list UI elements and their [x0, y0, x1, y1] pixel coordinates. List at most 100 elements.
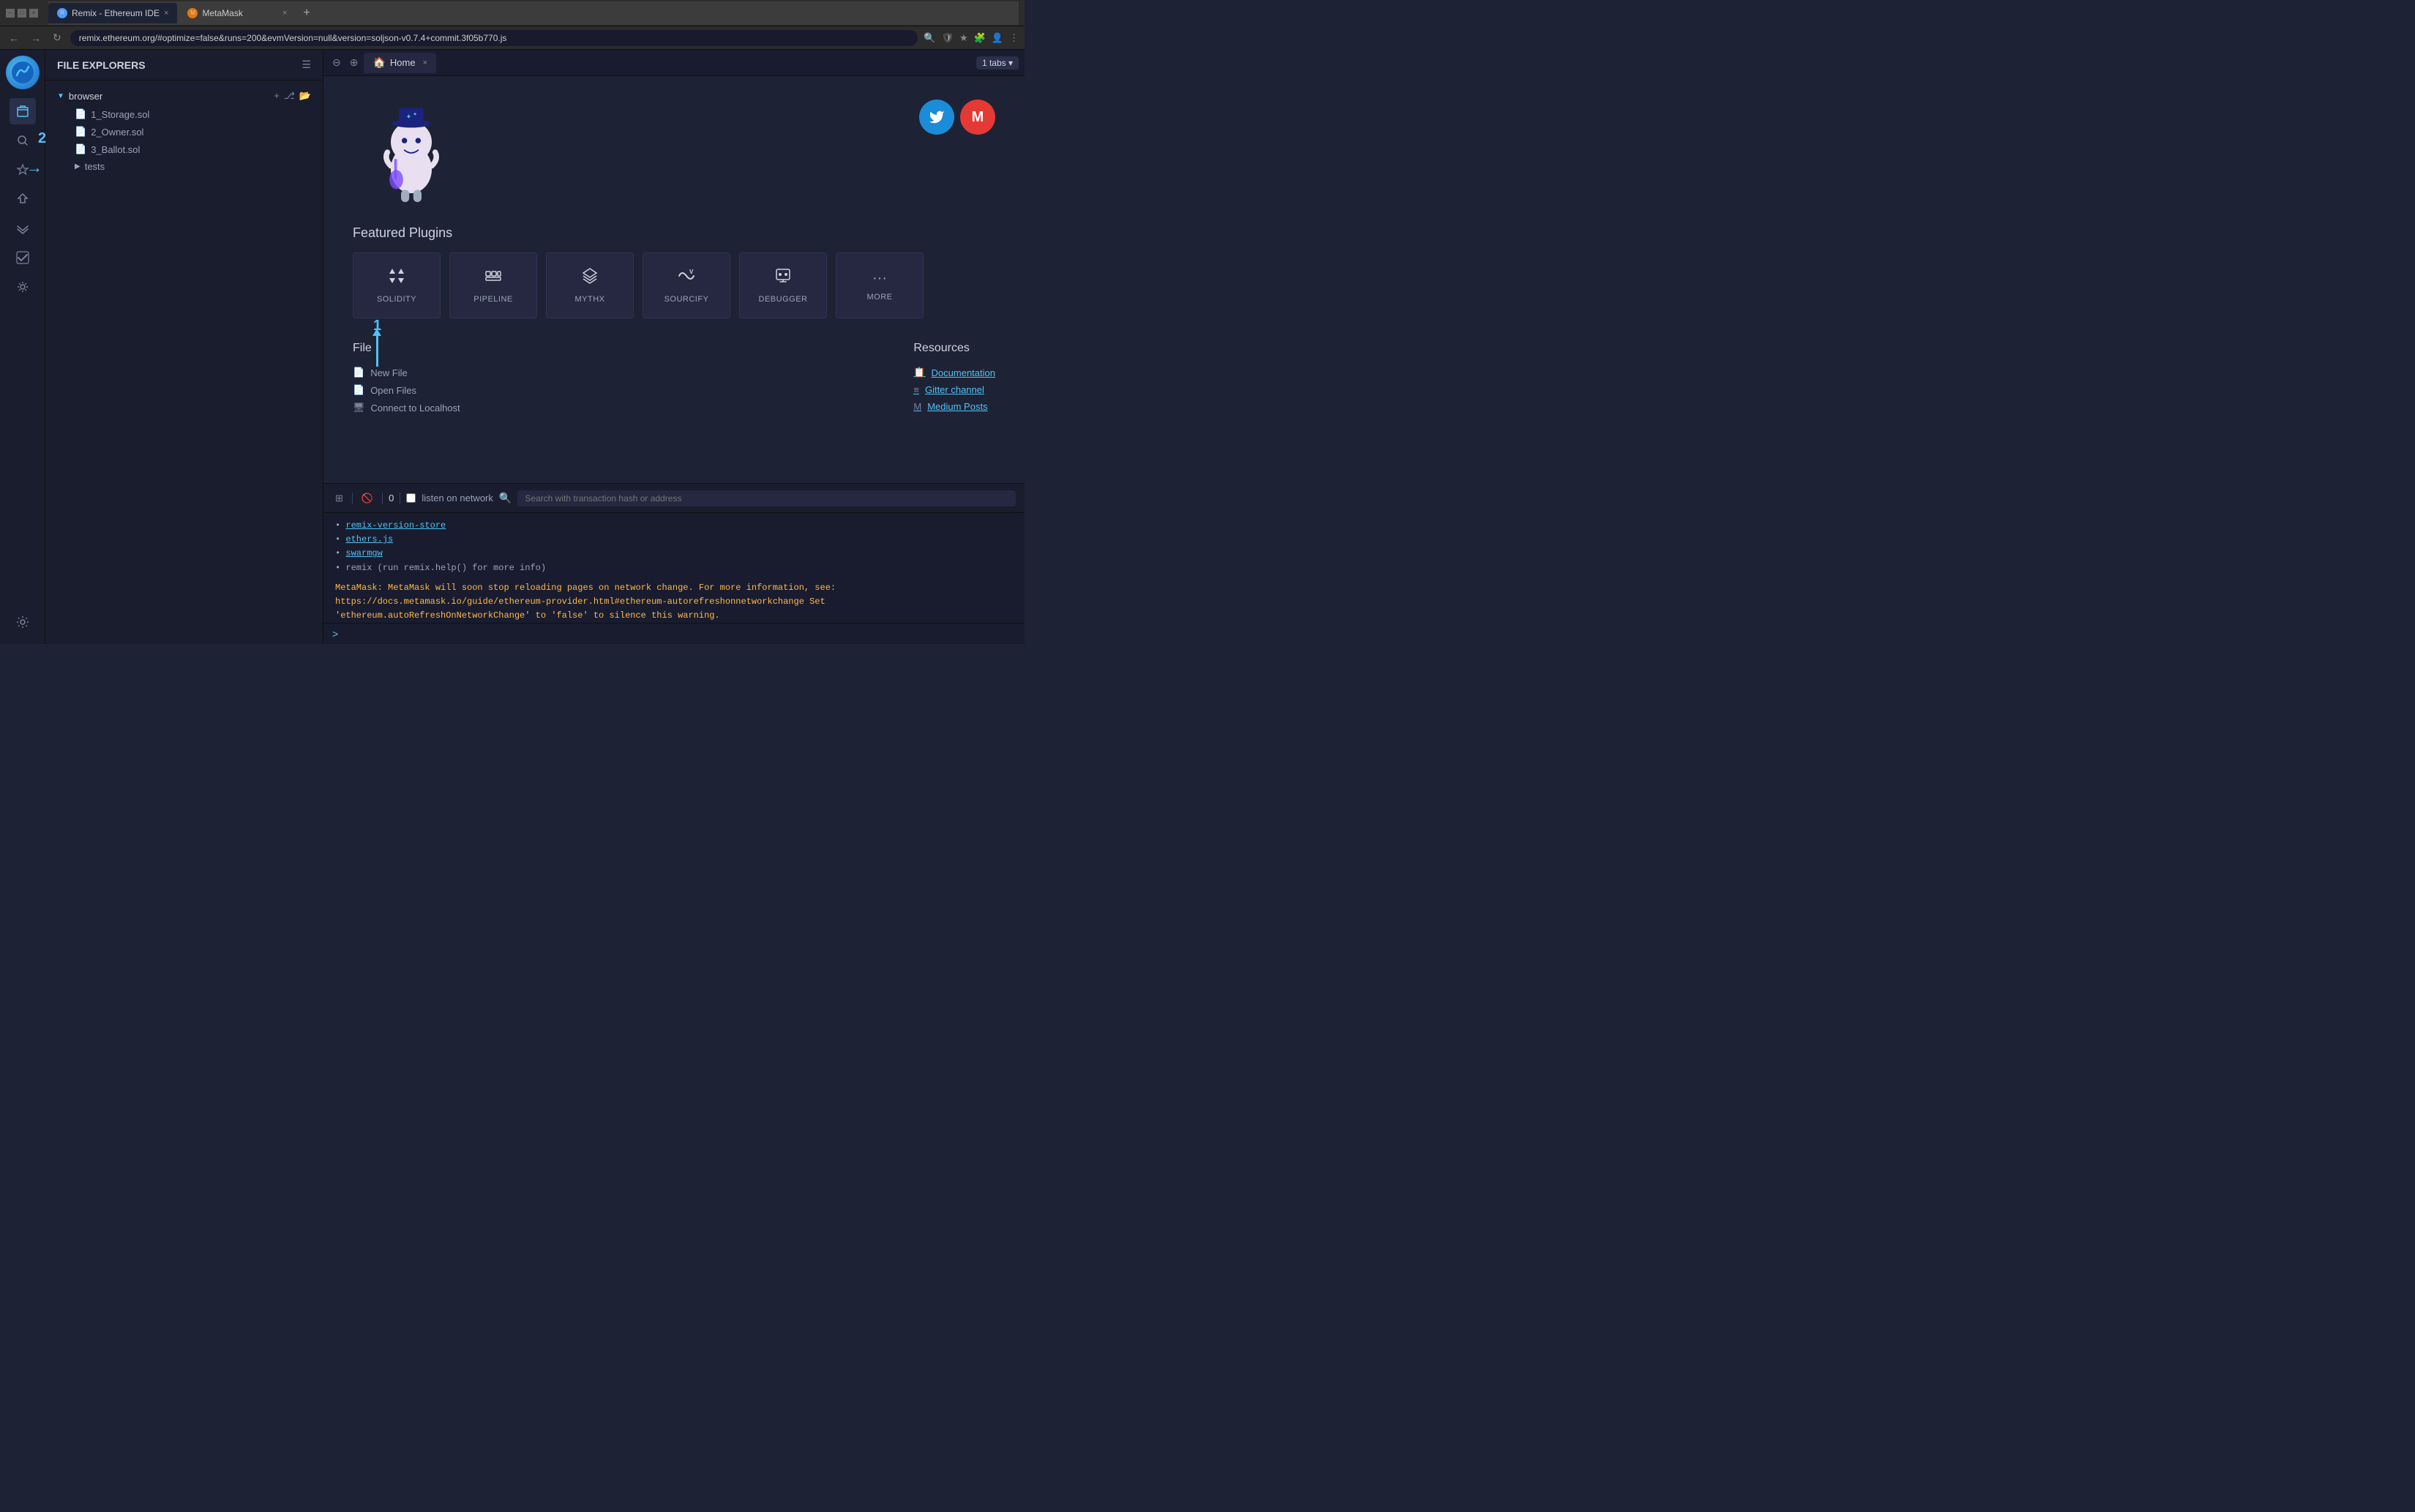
explorer-header: FILE EXPLORERS ☰: [45, 50, 323, 81]
close-window-button[interactable]: ×: [29, 9, 38, 18]
new-file-item[interactable]: 📄 New File: [353, 364, 460, 381]
mythx-icon: [581, 267, 599, 289]
plugin-card-debugger[interactable]: DEBUGGER: [739, 252, 827, 318]
gitter-channel-item[interactable]: ≡ Gitter channel: [913, 381, 995, 398]
svg-text:✦: ✦: [406, 113, 412, 120]
file-icon-2: 📄: [75, 126, 86, 138]
menu-icon[interactable]: ⋮: [1009, 32, 1019, 44]
browser-chrome: ─ □ × R Remix - Ethereum IDE × M MetaMas…: [0, 0, 1025, 26]
resources-section-title: Resources: [913, 342, 995, 355]
metamask-tab-close[interactable]: ×: [282, 9, 287, 18]
home-tab[interactable]: 🏠 Home ×: [364, 53, 436, 73]
profile-icon[interactable]: 👤: [992, 32, 1003, 44]
plugin-card-sourcify[interactable]: V SOURCIFY: [643, 252, 730, 318]
file-section-title: File: [353, 342, 460, 355]
medium-posts-item[interactable]: M Medium Posts: [913, 398, 995, 415]
swarmgw-link[interactable]: swarmgw: [345, 548, 382, 558]
reload-button[interactable]: ↻: [50, 31, 64, 44]
open-files-item[interactable]: 📄 Open Files: [353, 381, 460, 399]
console-search-input[interactable]: [517, 490, 1016, 506]
file-3-ballot[interactable]: 📄 3_Ballot.sol: [63, 141, 323, 158]
documentation-item[interactable]: 📋 Documentation: [913, 364, 995, 381]
plugin-card-mythx[interactable]: MYTHX: [546, 252, 634, 318]
browser-tab-remix[interactable]: R Remix - Ethereum IDE ×: [48, 3, 177, 23]
extension-icon: 🧩: [974, 32, 986, 44]
tabs-right: 1 tabs ▾: [976, 56, 1019, 70]
file-1-storage[interactable]: 📄 1_Storage.sol: [63, 105, 323, 123]
connect-localhost-label: Connect to Localhost: [371, 403, 460, 413]
ethers-link[interactable]: ethers.js: [345, 534, 393, 544]
explorer-hamburger-icon[interactable]: ☰: [302, 59, 311, 71]
remix-tab-close[interactable]: ×: [164, 9, 168, 18]
sourcify-label: SOURCIFY: [664, 295, 709, 304]
more-icon: ···: [872, 270, 887, 287]
sidebar-item-file-explorers[interactable]: [10, 98, 36, 124]
sidebar-item-settings[interactable]: [10, 609, 36, 635]
sourcify-icon: V: [676, 267, 697, 289]
back-button[interactable]: ←: [6, 32, 22, 44]
open-files-label: Open Files: [370, 385, 416, 396]
explorer-title: FILE EXPLORERS: [57, 59, 302, 71]
console-input-row: >: [323, 623, 1025, 644]
main-content: ⊖ ⊕ 🏠 Home × 1 tabs ▾: [323, 50, 1025, 644]
sidebar-badge-annotation: 2: [38, 130, 46, 147]
debugger-label: DEBUGGER: [759, 295, 808, 304]
bookmark-icon[interactable]: ★: [959, 32, 968, 44]
plugin-card-more[interactable]: ··· MORE: [836, 252, 924, 318]
sidebar-item-compile[interactable]: [10, 157, 36, 183]
file-label-2: 2_Owner.sol: [91, 127, 143, 138]
mascot-area: ✦ ✦: [353, 94, 470, 211]
new-file-label: New File: [370, 367, 408, 378]
social-buttons: M: [919, 94, 995, 135]
browser-folder-label: browser: [69, 91, 102, 102]
sidebar-item-plugins[interactable]: [10, 274, 36, 300]
remix-tab-label: Remix - Ethereum IDE: [72, 8, 160, 18]
home-tab-close[interactable]: ×: [423, 59, 427, 67]
home-tab-icon: 🏠: [372, 56, 385, 69]
maximize-button[interactable]: □: [18, 9, 26, 18]
plugins-row: SOLIDITY PIPEL: [353, 252, 995, 318]
listen-network-checkbox[interactable]: [406, 493, 416, 503]
new-tab-button[interactable]: +: [297, 7, 315, 20]
connect-folder-icon[interactable]: 📂: [299, 90, 311, 102]
spacer: [490, 342, 885, 416]
file-tree: ▼ browser + ⎇ 📂 📄 1_Storage.sol 📄 2_Owne…: [45, 81, 323, 644]
medium-button[interactable]: M: [960, 100, 995, 135]
file-2-owner[interactable]: 📄 2_Owner.sol: [63, 123, 323, 141]
github-icon[interactable]: ⎇: [284, 90, 295, 102]
new-file-icon[interactable]: +: [274, 90, 280, 102]
sidebar-item-debugger[interactable]: [10, 215, 36, 242]
sidebar-item-search[interactable]: [10, 127, 36, 154]
connect-localhost-item[interactable]: 🖥 Connect to Localhost: [353, 399, 460, 416]
zoom-in-button[interactable]: ⊕: [347, 55, 362, 70]
file-section: File 📄 New File 📄 Open Files 🖥 Connect t…: [353, 342, 460, 416]
forward-button[interactable]: →: [28, 32, 44, 44]
metamask-favicon: M: [187, 8, 198, 18]
browser-folder-children: 📄 1_Storage.sol 📄 2_Owner.sol 📄 3_Ballot…: [45, 105, 323, 175]
zoom-out-button[interactable]: ⊖: [329, 55, 344, 70]
sidebar-item-testing[interactable]: [10, 244, 36, 271]
content-tabs: ⊖ ⊕ 🏠 Home × 1 tabs ▾: [323, 50, 1025, 76]
twitter-button[interactable]: [919, 100, 954, 135]
plugin-card-solidity[interactable]: SOLIDITY: [353, 252, 441, 318]
bottom-sections: File 📄 New File 📄 Open Files 🖥 Connect t…: [353, 342, 995, 416]
browser-folder-header[interactable]: ▼ browser + ⎇ 📂: [45, 86, 323, 105]
featured-plugins-section: Featured Plugins SOLIDITY: [353, 225, 995, 336]
console-search-icon: 🔍: [499, 492, 512, 504]
plugin-card-pipeline[interactable]: PIPELINE: [449, 252, 537, 318]
console-stop-button[interactable]: 🚫: [359, 491, 376, 506]
documentation-label: Documentation: [932, 367, 995, 378]
open-files-icon: 📄: [353, 384, 364, 396]
more-label: MORE: [867, 293, 893, 302]
mythx-label: MYTHX: [575, 295, 605, 304]
tabs-count-badge[interactable]: 1 tabs ▾: [976, 56, 1019, 70]
sidebar-item-deploy[interactable]: [10, 186, 36, 212]
console-collapse-button[interactable]: ⊞: [332, 491, 346, 506]
version-store-link[interactable]: remix-version-store: [345, 520, 446, 531]
console-toolbar: ⊞ 🚫 0 listen on network 🔍: [323, 484, 1025, 513]
url-input[interactable]: [70, 30, 918, 46]
tests-folder[interactable]: ▶ tests: [63, 158, 323, 175]
browser-tab-metamask[interactable]: M MetaMask ×: [179, 3, 296, 23]
minimize-button[interactable]: ─: [6, 9, 15, 18]
console-command-input[interactable]: [344, 629, 1016, 639]
